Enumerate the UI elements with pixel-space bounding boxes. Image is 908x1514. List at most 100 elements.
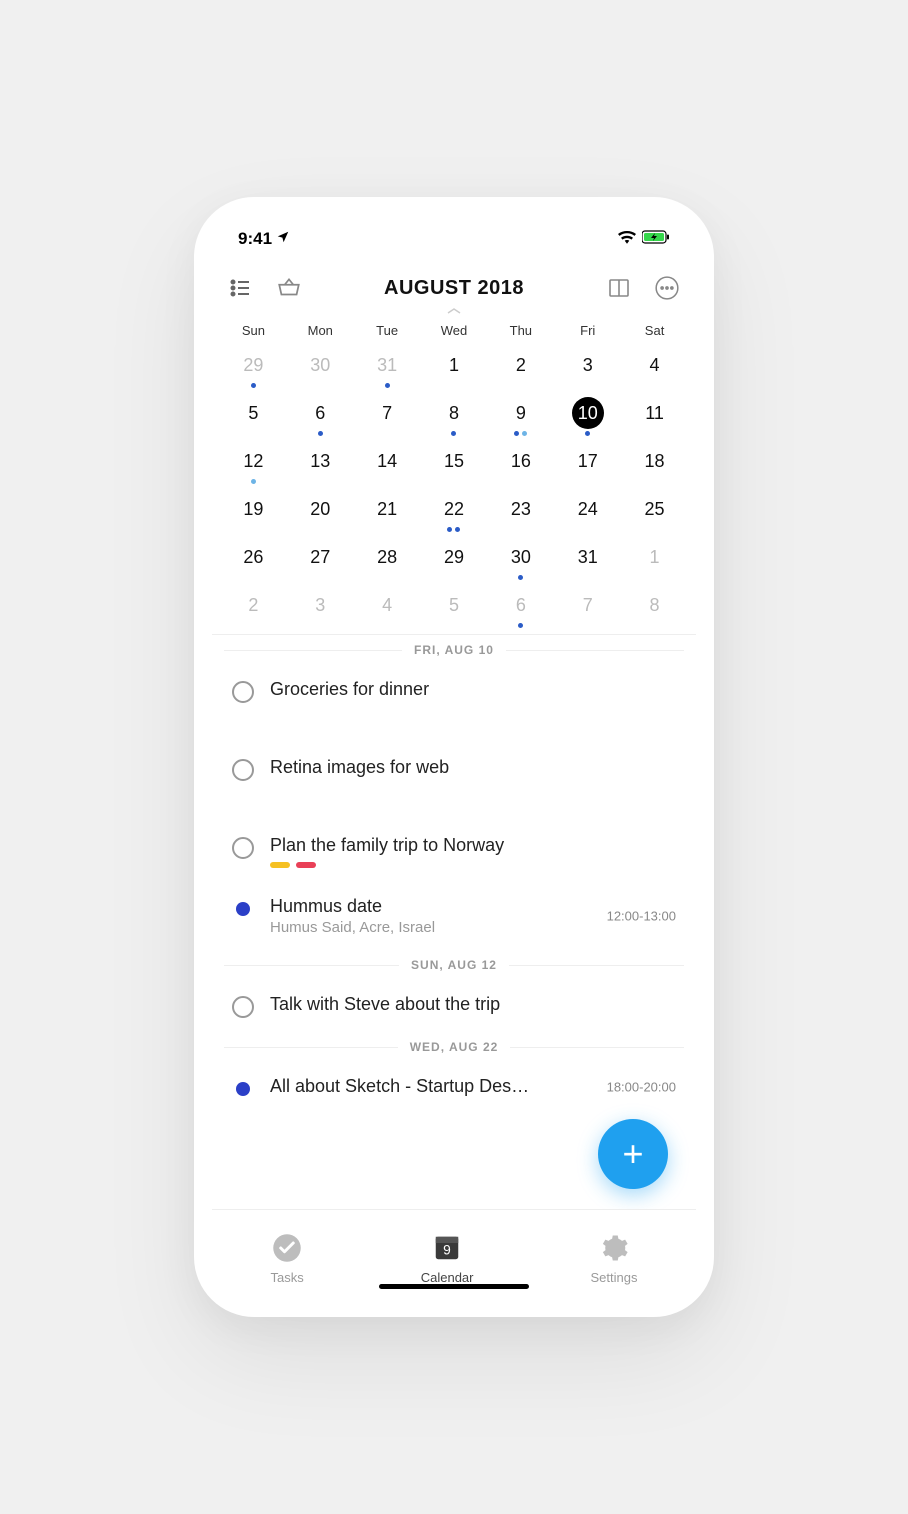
day-number: 10: [572, 397, 604, 429]
weekday-row: SunMonTueWedThuFriSat: [212, 323, 696, 338]
list-icon[interactable]: [226, 273, 256, 303]
day-cell[interactable]: 29: [220, 346, 287, 384]
day-cell[interactable]: 20: [287, 490, 354, 528]
day-cell[interactable]: 13: [287, 442, 354, 480]
tab-settings[interactable]: Settings: [591, 1233, 638, 1285]
basket-icon[interactable]: [274, 273, 304, 303]
day-cell[interactable]: 31: [554, 538, 621, 576]
item-title: Retina images for web: [270, 757, 676, 778]
day-number: 1: [650, 547, 660, 568]
day-cell[interactable]: 8: [621, 586, 688, 624]
day-cell[interactable]: 28: [354, 538, 421, 576]
day-cell[interactable]: 2: [220, 586, 287, 624]
day-cell[interactable]: 9: [487, 394, 554, 432]
item-body: Plan the family trip to Norway: [270, 835, 676, 868]
event-dots: [518, 623, 523, 628]
day-cell[interactable]: 14: [354, 442, 421, 480]
day-cell[interactable]: 16: [487, 442, 554, 480]
day-number: 6: [516, 595, 526, 616]
tag-pill: [270, 862, 290, 868]
day-cell[interactable]: 1: [621, 538, 688, 576]
day-cell[interactable]: 18: [621, 442, 688, 480]
day-number: 19: [243, 499, 263, 520]
day-cell[interactable]: 27: [287, 538, 354, 576]
day-cell[interactable]: 4: [354, 586, 421, 624]
agenda-section-label: SUN, AUG 12: [212, 950, 696, 980]
event-item[interactable]: Hummus dateHumus Said, Acre, Israel12:00…: [212, 882, 696, 950]
day-cell[interactable]: 7: [554, 586, 621, 624]
event-dots: [514, 431, 527, 436]
weekday-label: Mon: [287, 323, 354, 338]
task-item[interactable]: Talk with Steve about the trip: [212, 980, 696, 1032]
day-cell[interactable]: 5: [421, 586, 488, 624]
day-cell[interactable]: 3: [554, 346, 621, 384]
day-cell[interactable]: 1: [421, 346, 488, 384]
task-checkbox[interactable]: [232, 681, 254, 703]
day-number: 7: [382, 403, 392, 424]
day-cell[interactable]: 25: [621, 490, 688, 528]
day-number: 26: [243, 547, 263, 568]
agenda-section-label: FRI, AUG 10: [212, 635, 696, 665]
day-cell[interactable]: 10: [554, 394, 621, 432]
day-cell[interactable]: 31: [354, 346, 421, 384]
plus-icon: +: [622, 1133, 643, 1175]
day-cell[interactable]: 17: [554, 442, 621, 480]
item-body: Talk with Steve about the trip: [270, 994, 676, 1015]
task-item[interactable]: Plan the family trip to Norway: [212, 821, 696, 882]
day-cell[interactable]: 7: [354, 394, 421, 432]
battery-charging-icon: [642, 229, 670, 249]
day-cell[interactable]: 4: [621, 346, 688, 384]
task-checkbox[interactable]: [232, 759, 254, 781]
event-dots: [451, 431, 456, 436]
day-cell[interactable]: 2: [487, 346, 554, 384]
task-item[interactable]: Retina images for web: [212, 743, 696, 795]
agenda-list[interactable]: FRI, AUG 10 Groceries for dinner Retina im…: [212, 634, 696, 1299]
day-cell[interactable]: 3: [287, 586, 354, 624]
day-cell[interactable]: 29: [421, 538, 488, 576]
day-cell[interactable]: 23: [487, 490, 554, 528]
book-icon[interactable]: [604, 273, 634, 303]
home-indicator[interactable]: [379, 1284, 529, 1289]
day-cell[interactable]: 5: [220, 394, 287, 432]
screen: 9:41: [212, 215, 696, 1299]
location-arrow-icon: [276, 229, 290, 249]
tab-tasks[interactable]: Tasks: [271, 1233, 304, 1285]
day-cell[interactable]: 26: [220, 538, 287, 576]
day-cell[interactable]: 6: [487, 586, 554, 624]
day-number: 4: [382, 595, 392, 616]
day-cell[interactable]: 6: [287, 394, 354, 432]
day-number: 7: [583, 595, 593, 616]
more-icon[interactable]: [652, 273, 682, 303]
calendar-grid: 2930311234567891011121314151617181920212…: [212, 346, 696, 634]
day-cell[interactable]: 12: [220, 442, 287, 480]
item-title: Groceries for dinner: [270, 679, 676, 700]
day-number: 12: [243, 451, 263, 472]
day-cell[interactable]: 11: [621, 394, 688, 432]
wifi-icon: [618, 229, 636, 249]
day-cell[interactable]: 8: [421, 394, 488, 432]
day-cell[interactable]: 24: [554, 490, 621, 528]
event-dots: [447, 527, 460, 532]
day-cell[interactable]: 19: [220, 490, 287, 528]
event-item[interactable]: All about Sketch - Startup Des…18:00-20:…: [212, 1062, 696, 1111]
add-button[interactable]: +: [598, 1119, 668, 1189]
day-number: 27: [310, 547, 330, 568]
tab-calendar[interactable]: 9 Calendar: [421, 1233, 474, 1285]
event-dots: [251, 383, 256, 388]
item-body: Groceries for dinner: [270, 679, 676, 700]
day-number: 24: [578, 499, 598, 520]
day-number: 1: [449, 355, 459, 376]
day-cell[interactable]: 22: [421, 490, 488, 528]
month-title[interactable]: AUGUST 2018: [384, 277, 524, 300]
day-cell[interactable]: 21: [354, 490, 421, 528]
chevron-up-icon[interactable]: [212, 305, 696, 319]
task-checkbox[interactable]: [232, 837, 254, 859]
weekday-label: Thu: [487, 323, 554, 338]
day-number: 8: [650, 595, 660, 616]
task-item[interactable]: Groceries for dinner: [212, 665, 696, 717]
day-cell[interactable]: 30: [487, 538, 554, 576]
day-cell[interactable]: 15: [421, 442, 488, 480]
weekday-label: Tue: [354, 323, 421, 338]
task-checkbox[interactable]: [232, 996, 254, 1018]
day-cell[interactable]: 30: [287, 346, 354, 384]
